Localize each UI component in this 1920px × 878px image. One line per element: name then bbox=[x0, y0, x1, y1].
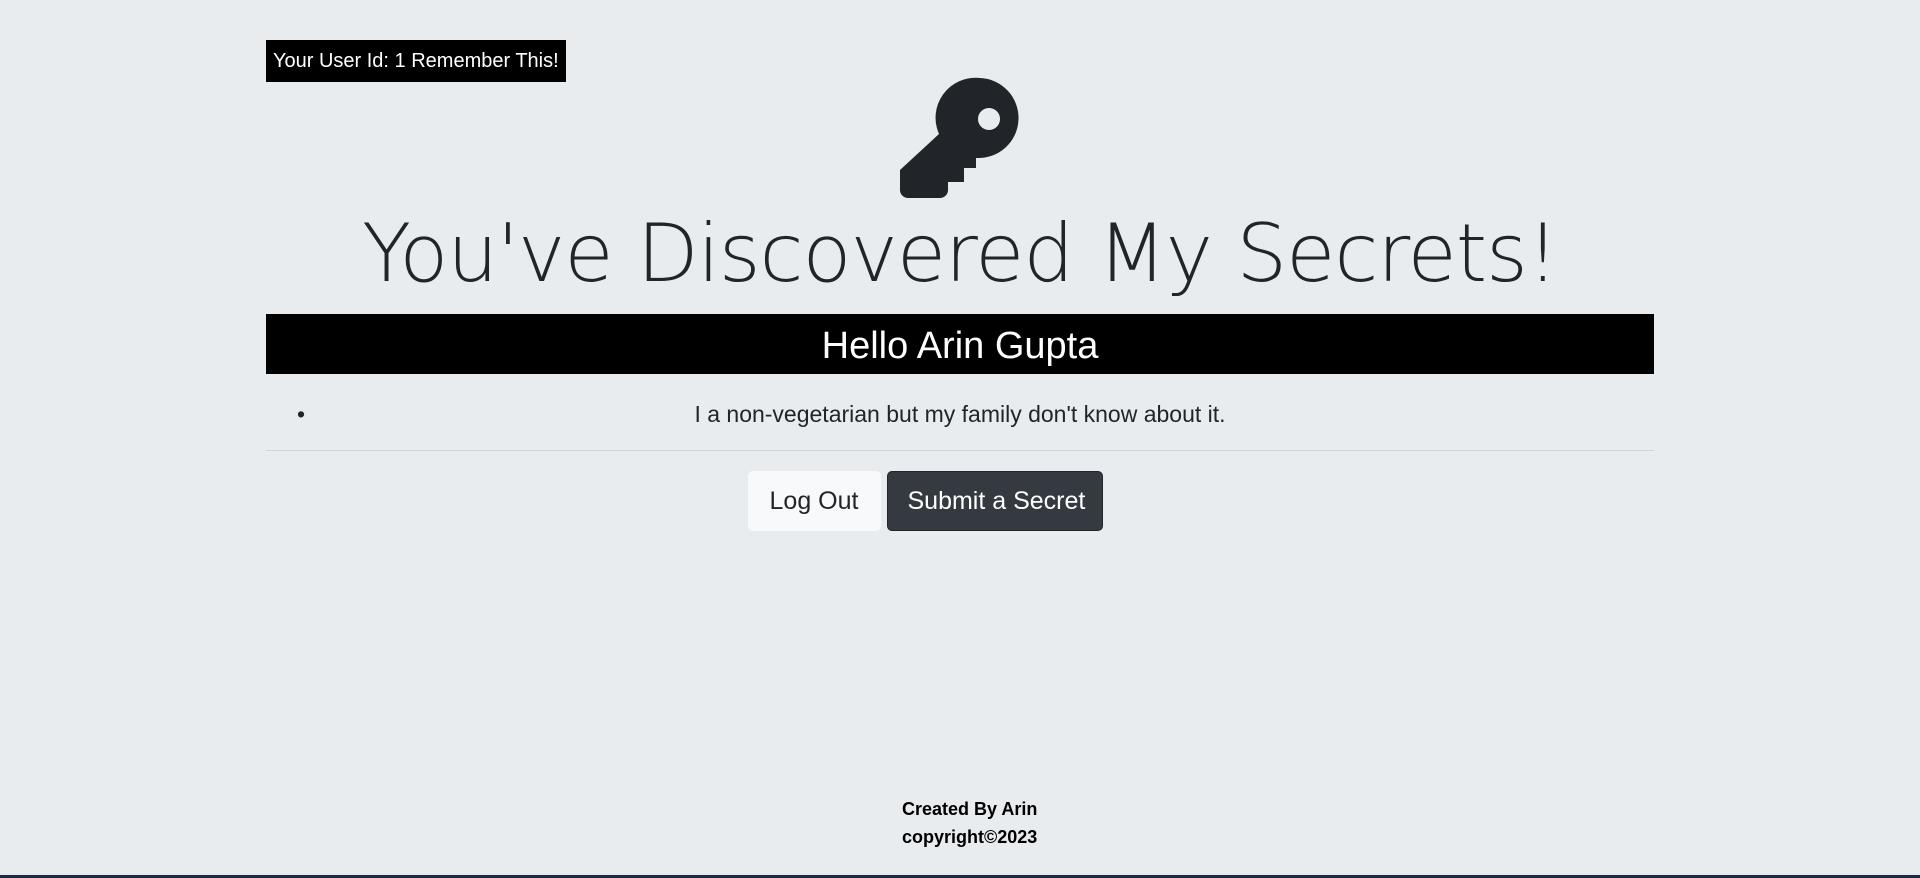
user-id-badge: Your User Id: 1 Remember This! bbox=[266, 40, 566, 82]
footer-copyright: copyright©2023 bbox=[902, 827, 1038, 847]
action-buttons: Log Out Submit a Secret bbox=[0, 471, 1920, 531]
footer: Created By Arin copyright©2023 bbox=[902, 795, 1037, 851]
key-icon bbox=[900, 77, 1019, 198]
footer-created-by: Created By Arin bbox=[902, 799, 1038, 819]
secret-list: • I a non-vegetarian but my family don't… bbox=[266, 392, 1654, 436]
list-bullet: • bbox=[297, 401, 306, 427]
submit-secret-button[interactable]: Submit a Secret bbox=[886, 471, 1103, 531]
greeting-banner: Hello Arin Gupta bbox=[266, 314, 1654, 374]
divider bbox=[266, 450, 1654, 451]
secret-text: I a non-vegetarian but my family don't k… bbox=[694, 401, 1226, 427]
log-out-button[interactable]: Log Out bbox=[747, 471, 881, 531]
page-title: You've Discovered My Secrets! bbox=[362, 207, 1559, 300]
secret-list-item: • I a non-vegetarian but my family don't… bbox=[266, 392, 1654, 436]
